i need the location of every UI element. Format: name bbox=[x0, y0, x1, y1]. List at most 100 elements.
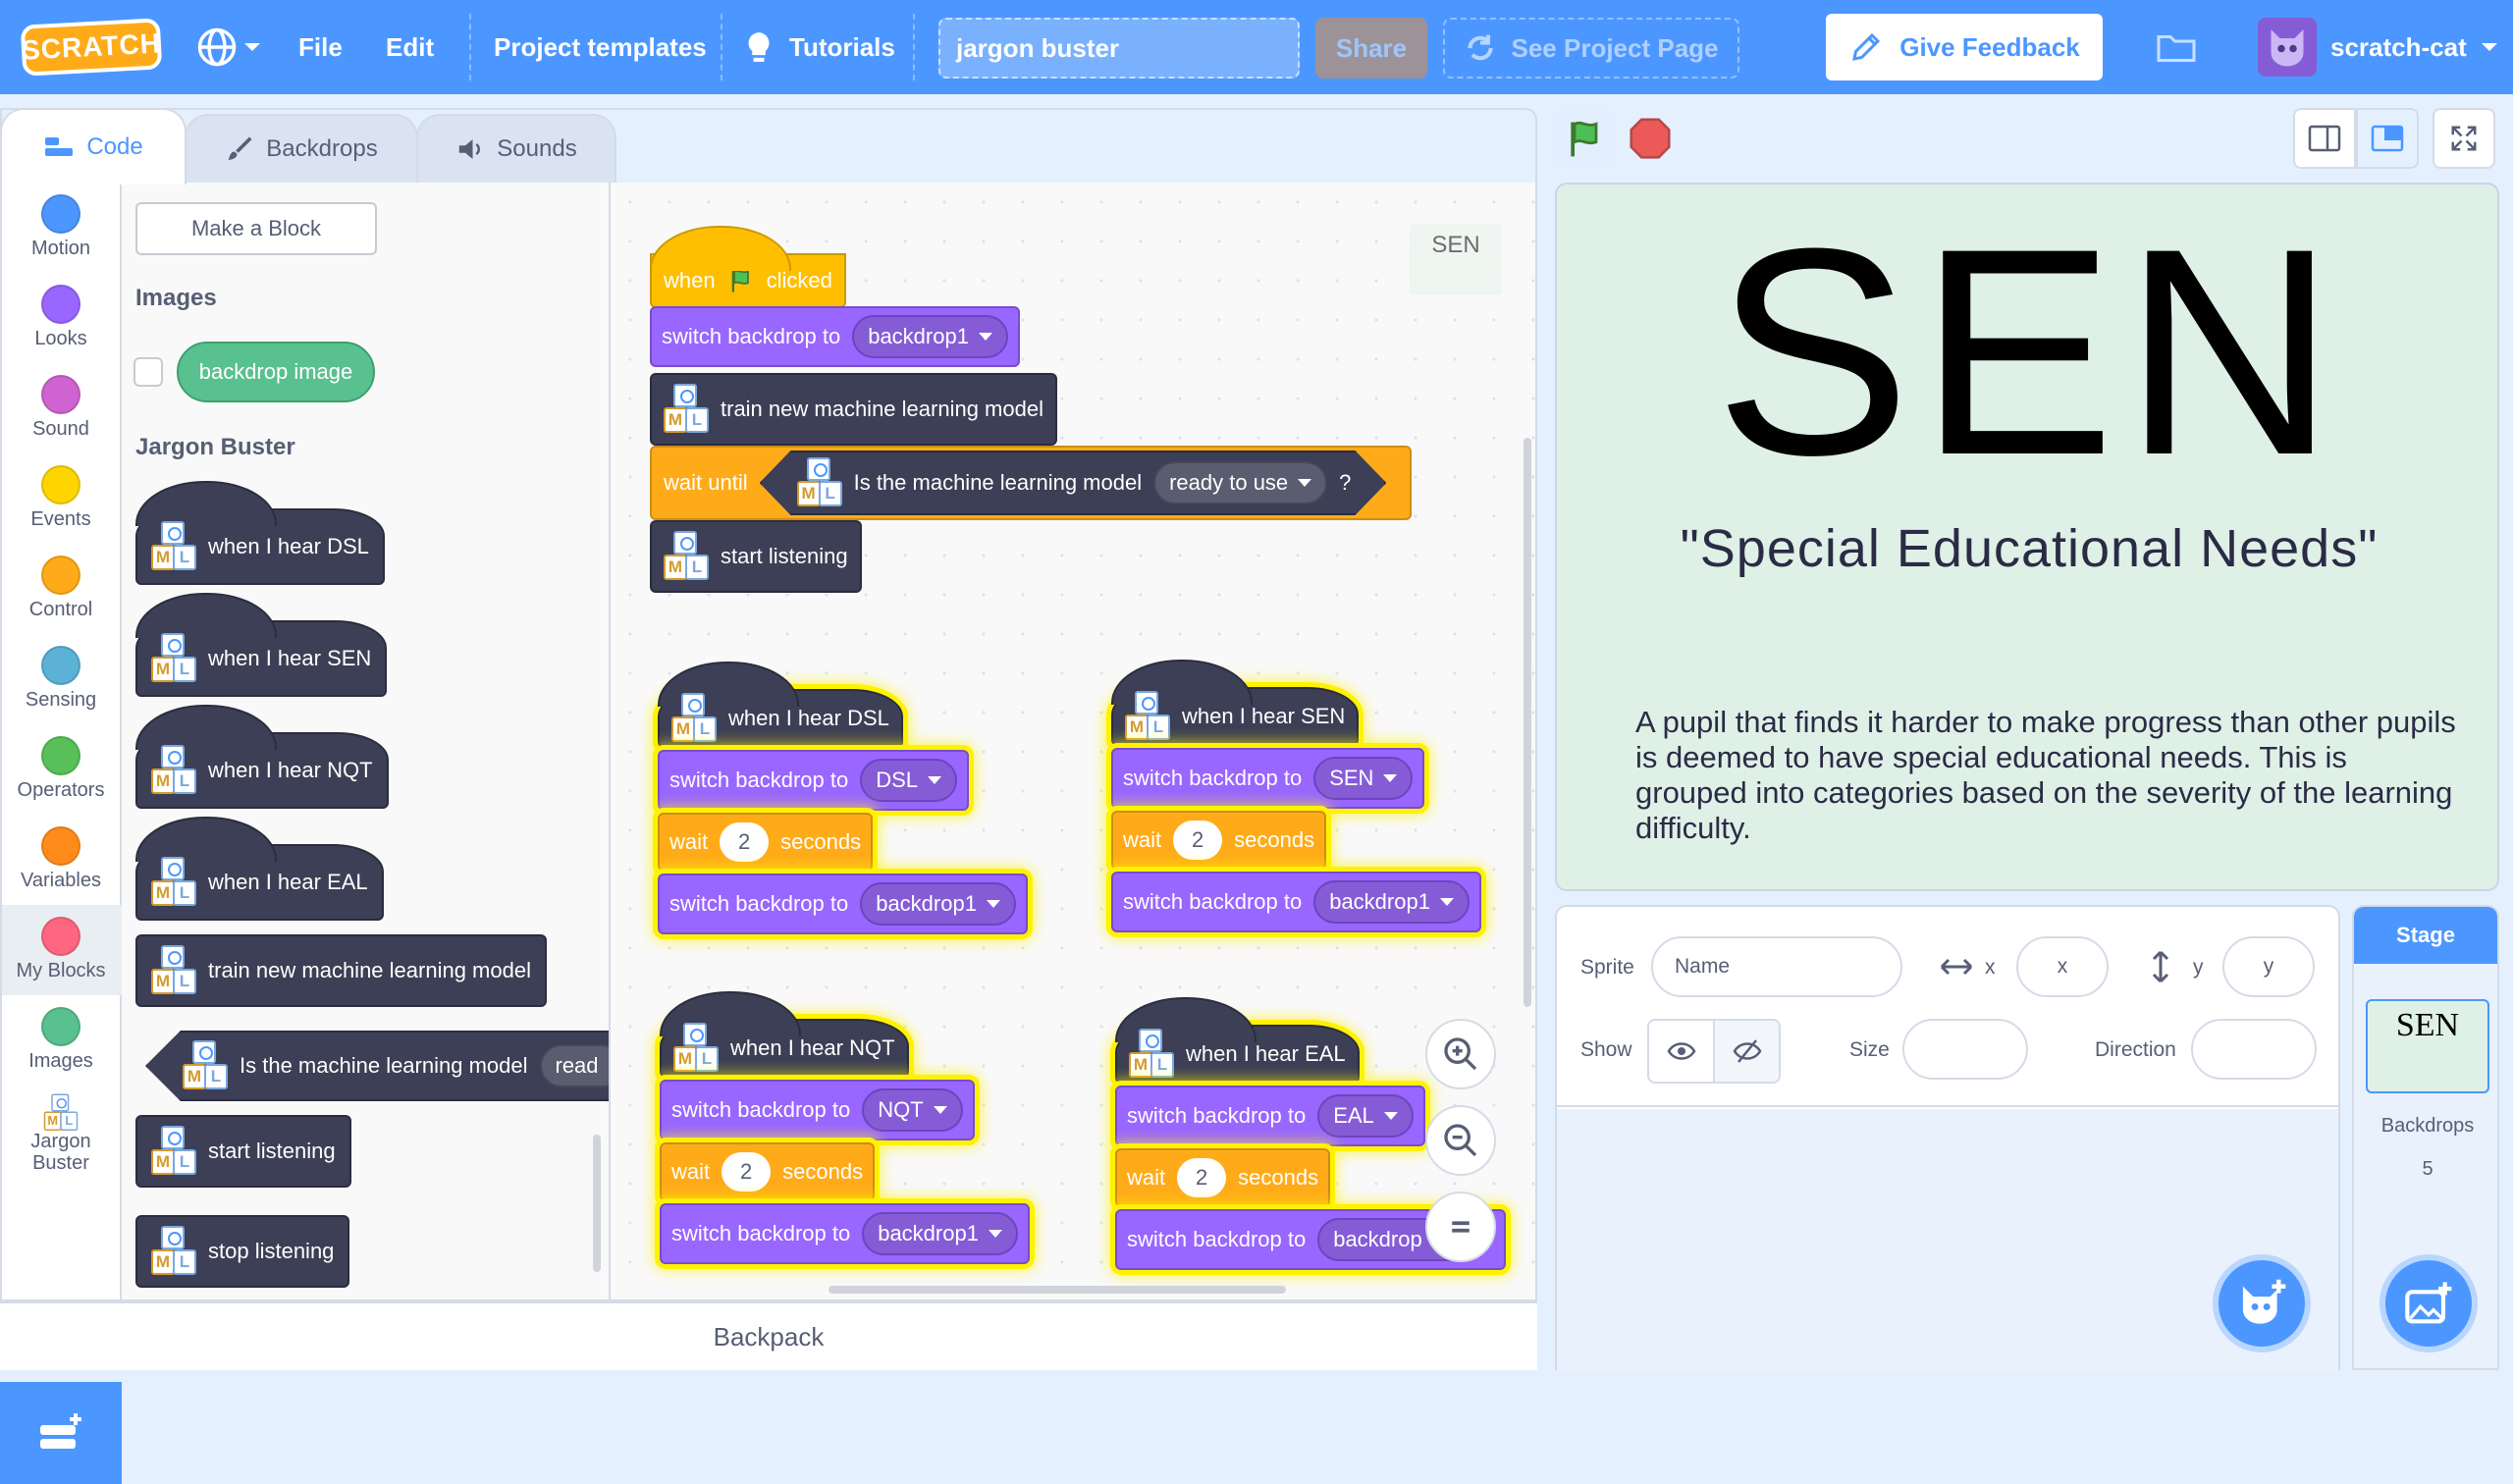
palette-when-i-hear-dsl[interactable]: M L when I hear DSL bbox=[135, 481, 385, 585]
category-my-blocks[interactable]: My Blocks bbox=[0, 905, 122, 995]
seconds-input[interactable]: 2 bbox=[1173, 821, 1223, 860]
palette-train-model[interactable]: M L train new machine learning model bbox=[135, 934, 547, 1007]
make-a-block-button[interactable]: Make a Block bbox=[135, 202, 377, 255]
switch-backdrop-block[interactable]: switch backdrop to SEN bbox=[1111, 748, 1425, 809]
category-sensing[interactable]: Sensing bbox=[0, 634, 122, 724]
category-motion[interactable]: Motion bbox=[0, 183, 122, 273]
tutorials-button[interactable]: Tutorials bbox=[742, 0, 895, 94]
give-feedback-button[interactable]: Give Feedback bbox=[1826, 14, 2103, 80]
language-menu[interactable] bbox=[196, 0, 261, 94]
backpack-bar[interactable]: Backpack bbox=[0, 1301, 1537, 1370]
seconds-input[interactable]: 2 bbox=[720, 822, 770, 862]
project-title-input[interactable]: jargon buster bbox=[938, 18, 1300, 79]
category-looks[interactable]: Looks bbox=[0, 273, 122, 363]
when-i-hear-nqt-block[interactable]: M L when I hear NQT bbox=[660, 991, 909, 1078]
start-listening-block[interactable]: M L start listening bbox=[650, 520, 862, 593]
zoom-reset-button[interactable] bbox=[1425, 1192, 1496, 1262]
switch-backdrop-block[interactable]: switch backdrop to backdrop1 bbox=[660, 1203, 1030, 1264]
hide-sprite-button[interactable] bbox=[1713, 1021, 1779, 1082]
scratch-logo[interactable]: SCRATCH bbox=[20, 18, 163, 77]
backdrop-dropdown[interactable]: backdrop1 bbox=[862, 1212, 1018, 1255]
script-area[interactable]: SEN when clicked switch backdrop to backd… bbox=[611, 183, 1537, 1301]
switch-backdrop-block[interactable]: switch backdrop to DSL bbox=[658, 750, 969, 811]
palette-when-i-hear-eal[interactable]: M L when I hear EAL bbox=[135, 817, 384, 921]
switch-backdrop-block[interactable]: switch backdrop to backdrop1 bbox=[1111, 872, 1481, 932]
train-model-block[interactable]: M L train new machine learning model bbox=[650, 373, 1057, 446]
when-i-hear-eal-block[interactable]: M L when I hear EAL bbox=[1115, 997, 1360, 1084]
palette-when-i-hear-sen[interactable]: M L when I hear SEN bbox=[135, 593, 388, 697]
tab-code[interactable]: Code bbox=[0, 108, 187, 185]
menu-bar: SCRATCH File Edit Project templates Tuto… bbox=[0, 0, 2513, 94]
switch-backdrop-block[interactable]: switch backdrop to backdrop1 bbox=[650, 306, 1020, 367]
small-stage-button[interactable] bbox=[2293, 108, 2356, 169]
seconds-input[interactable]: 2 bbox=[1177, 1158, 1227, 1197]
seconds-input[interactable]: 2 bbox=[722, 1152, 772, 1192]
zoom-in-button[interactable] bbox=[1425, 1019, 1496, 1089]
ready-dropdown[interactable]: read bbox=[539, 1044, 609, 1087]
add-extension-button[interactable] bbox=[0, 1382, 122, 1484]
switch-backdrop-block[interactable]: switch backdrop to NQT bbox=[660, 1080, 975, 1140]
fullscreen-button[interactable] bbox=[2433, 108, 2495, 169]
x-field[interactable]: x bbox=[2016, 936, 2109, 997]
when-flag-clicked-block[interactable]: when clicked bbox=[650, 226, 846, 308]
backdrop-dropdown[interactable]: EAL bbox=[1317, 1094, 1414, 1138]
tab-backdrops[interactable]: Backdrops bbox=[185, 114, 418, 183]
palette-scrollbar[interactable] bbox=[593, 1135, 601, 1272]
category-events[interactable]: Events bbox=[0, 453, 122, 544]
switch-backdrop-block[interactable]: switch backdrop to EAL bbox=[1115, 1086, 1425, 1146]
share-button[interactable]: Share bbox=[1315, 18, 1427, 79]
file-menu[interactable]: File bbox=[298, 0, 343, 94]
stage-canvas[interactable]: SEN "Special Educational Needs" A pupil … bbox=[1555, 183, 2499, 891]
direction-field[interactable] bbox=[2191, 1019, 2317, 1080]
zoom-out-button[interactable] bbox=[1425, 1105, 1496, 1176]
category-sound[interactable]: Sound bbox=[0, 363, 122, 453]
tab-sounds[interactable]: Sounds bbox=[416, 114, 616, 183]
backdrop-dropdown[interactable]: backdrop1 bbox=[852, 315, 1008, 358]
choose-sprite-button[interactable] bbox=[2213, 1254, 2311, 1352]
backdrop-dropdown[interactable]: SEN bbox=[1313, 757, 1414, 800]
x-label: x bbox=[1985, 956, 1996, 979]
choose-backdrop-button[interactable] bbox=[2379, 1254, 2478, 1352]
category-variables[interactable]: Variables bbox=[0, 815, 122, 905]
wait-seconds-block[interactable]: wait 2 seconds bbox=[658, 813, 874, 872]
green-flag-button[interactable] bbox=[1555, 108, 1616, 169]
ready-dropdown[interactable]: ready to use bbox=[1153, 461, 1327, 504]
wait-seconds-block[interactable]: wait 2 seconds bbox=[1111, 811, 1327, 870]
is-model-ready-block[interactable]: M L Is the machine learning model ready to … bbox=[760, 450, 1387, 515]
backdrop-dropdown[interactable]: backdrop1 bbox=[1313, 880, 1470, 924]
backdrop-image-reporter[interactable]: backdrop image bbox=[177, 342, 375, 402]
when-i-hear-dsl-block[interactable]: M L when I hear DSL bbox=[658, 662, 903, 748]
wait-seconds-block[interactable]: wait 2 seconds bbox=[660, 1142, 876, 1201]
script-vertical-scrollbar[interactable] bbox=[1524, 438, 1531, 1007]
see-project-page-button[interactable]: See Project Page bbox=[1443, 18, 1739, 79]
palette-is-model-ready[interactable]: M L Is the machine learning model read bbox=[145, 1031, 609, 1101]
backdrop-dropdown[interactable]: NQT bbox=[862, 1088, 963, 1132]
my-stuff-button[interactable] bbox=[2156, 0, 2197, 94]
switch-backdrop-block[interactable]: switch backdrop to backdrop1 bbox=[658, 874, 1028, 934]
palette-when-i-hear-nqt[interactable]: M L when I hear NQT bbox=[135, 705, 389, 809]
stage-thumbnail[interactable]: SEN bbox=[2366, 999, 2489, 1093]
when-i-hear-sen-block[interactable]: M L when I hear SEN bbox=[1111, 660, 1360, 746]
backdrop-dropdown[interactable]: DSL bbox=[860, 759, 957, 802]
wait-until-block[interactable]: wait until M L Is the machine learning mod… bbox=[650, 446, 1412, 520]
palette-start-listening[interactable]: M L start listening bbox=[135, 1115, 351, 1188]
size-field[interactable] bbox=[1902, 1019, 2028, 1080]
category-operators[interactable]: Operators bbox=[0, 724, 122, 815]
palette-stop-listening[interactable]: M L stop listening bbox=[135, 1215, 350, 1288]
project-templates-menu[interactable]: Project templates bbox=[494, 0, 707, 94]
script-horizontal-scrollbar[interactable] bbox=[829, 1286, 1286, 1294]
category-control[interactable]: Control bbox=[0, 544, 122, 634]
backdrop-image-checkbox[interactable] bbox=[134, 357, 163, 387]
edit-menu[interactable]: Edit bbox=[386, 0, 434, 94]
wait-seconds-block[interactable]: wait 2 seconds bbox=[1115, 1148, 1331, 1207]
account-menu[interactable]: scratch-cat bbox=[2258, 14, 2498, 80]
large-stage-button[interactable] bbox=[2356, 108, 2419, 169]
backdrop-dropdown[interactable]: backdrop1 bbox=[860, 882, 1016, 926]
sprite-name-field[interactable]: Name bbox=[1651, 936, 1902, 997]
y-field[interactable]: y bbox=[2222, 936, 2315, 997]
show-sprite-button[interactable] bbox=[1649, 1021, 1713, 1082]
stop-button[interactable] bbox=[1630, 118, 1671, 159]
category-jargon-buster[interactable]: ML Jargon Buster bbox=[0, 1086, 122, 1195]
sprite-properties: Sprite Name x x y y Show Size Direction bbox=[1557, 907, 2338, 1107]
category-images[interactable]: Images bbox=[0, 995, 122, 1086]
